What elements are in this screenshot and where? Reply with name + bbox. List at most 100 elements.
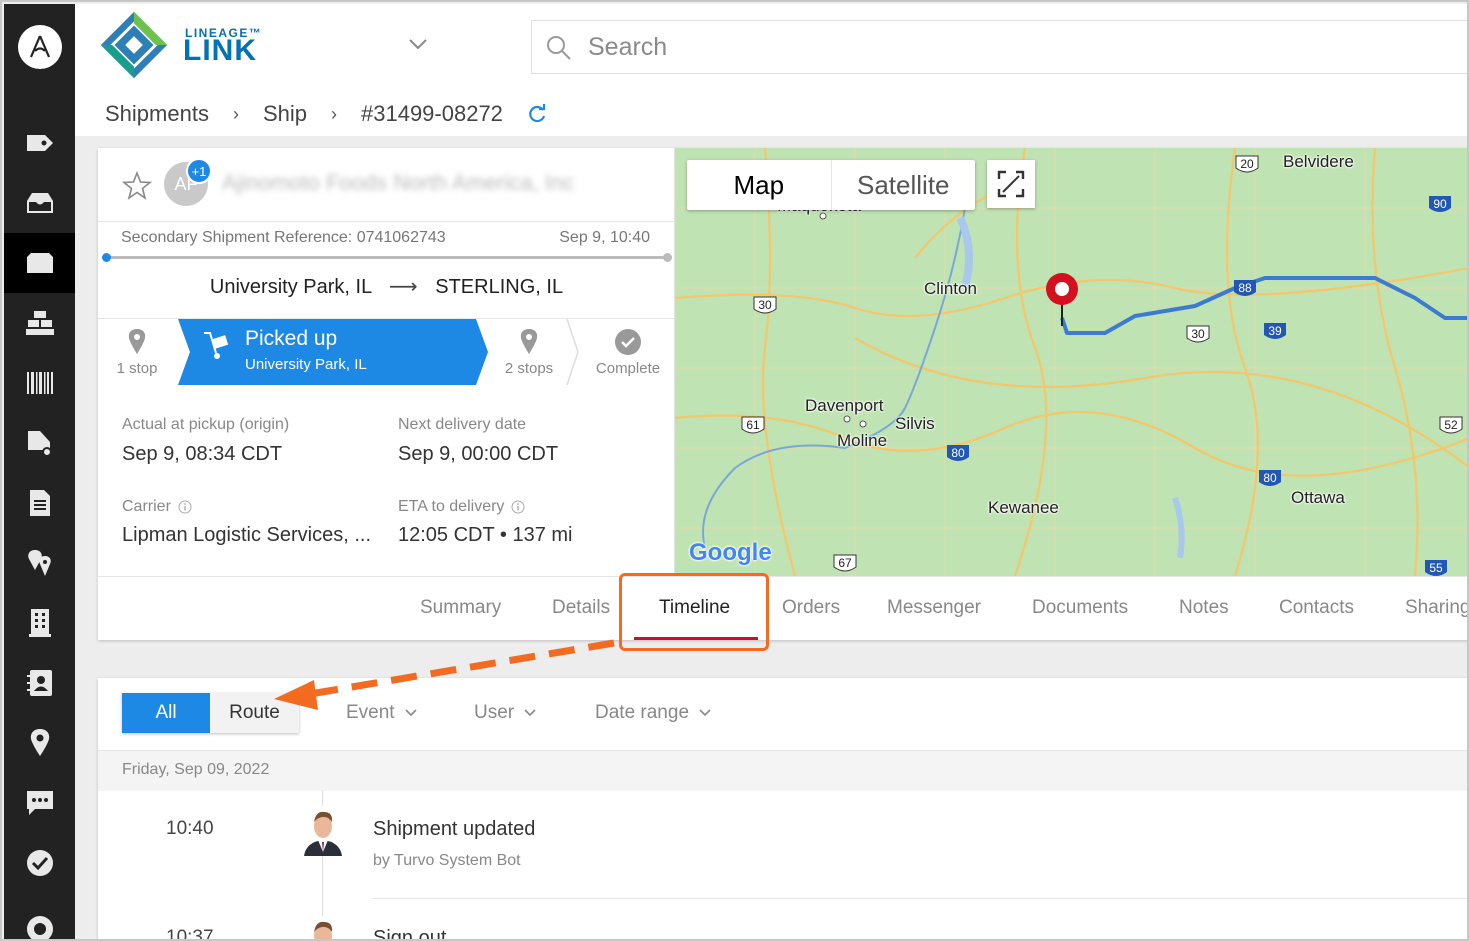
eta-value: 12:05 CDT • 137 mi [398, 524, 573, 546]
route-map[interactable]: 20 90 30 88 30 39 61 80 52 80 67 55 Belv [675, 148, 1467, 576]
breadcrumb-separator: › [331, 103, 337, 124]
map-place-kewanee: Kewanee [988, 498, 1059, 517]
refresh-icon[interactable] [527, 104, 547, 124]
lineage-logo[interactable] [99, 9, 169, 81]
breadcrumb-ship[interactable]: Ship [263, 101, 307, 127]
star-icon[interactable] [122, 171, 152, 201]
progress-end-dot [663, 253, 672, 262]
carrier-value[interactable]: Lipman Logistic Services, ... [122, 524, 371, 547]
shipment-summary-panel: AF +1 Ajinomoto Foods North America, Inc… [98, 148, 675, 576]
stage-bar: 1 stop Picked up University Park, IL 2 s… [98, 319, 675, 385]
map-view-button[interactable]: Map [687, 160, 832, 210]
search-bar[interactable] [531, 20, 1467, 74]
annotation-highlight-box [619, 573, 769, 651]
stage-separator [566, 319, 579, 385]
route-button[interactable]: Route [210, 693, 299, 733]
tab-summary[interactable]: Summary [420, 597, 501, 619]
svg-text:55: 55 [1429, 561, 1443, 575]
info-icon[interactable] [511, 500, 525, 514]
chevron-down-icon[interactable] [408, 38, 428, 50]
tab-contacts[interactable]: Contacts [1279, 597, 1354, 619]
tab-messenger[interactable]: Messenger [887, 597, 981, 619]
location-icon[interactable] [4, 713, 75, 773]
carrier-label: Carrier [122, 498, 171, 515]
map-place-silvis: Silvis [895, 414, 935, 433]
breadcrumb-shipment-id: #31499-08272 [361, 101, 503, 126]
date-range-filter[interactable]: Date range [595, 702, 711, 724]
svg-text:30: 30 [1191, 327, 1205, 341]
svg-text:80: 80 [951, 446, 965, 460]
route-arrow: ⟶ [389, 276, 418, 298]
date-group-label: Friday, Sep 09, 2022 [122, 761, 270, 778]
timeline-panel: All Route Event User Date range Friday, … [98, 678, 1467, 941]
date-group-header: Friday, Sep 09, 2022 [98, 751, 1467, 791]
svg-text:80: 80 [1263, 471, 1277, 485]
stage-active-subtitle: University Park, IL [245, 356, 367, 373]
contacts-icon[interactable] [4, 653, 75, 713]
event-time: 10:37 [166, 927, 214, 941]
inbox-icon[interactable] [4, 173, 75, 233]
stage-first-stop[interactable]: 1 stop [108, 319, 166, 385]
user-filter[interactable]: User [474, 702, 536, 724]
event-filter-label: Event [346, 702, 395, 723]
search-icon [547, 36, 571, 60]
event-subtitle: by Turvo System Bot [373, 852, 521, 869]
svg-text:52: 52 [1444, 418, 1458, 432]
tab-details[interactable]: Details [552, 597, 610, 619]
stage-picked-up[interactable]: Picked up University Park, IL [178, 319, 488, 385]
breadcrumb-shipments[interactable]: Shipments [105, 101, 209, 127]
avatar[interactable] [302, 806, 344, 856]
building-icon[interactable] [4, 593, 75, 653]
divider [98, 221, 675, 222]
chevron-down-icon [405, 709, 417, 717]
svg-text:61: 61 [746, 418, 760, 432]
svg-text:90: 90 [1433, 197, 1447, 211]
check-circle-icon [615, 328, 641, 355]
tab-notes[interactable]: Notes [1179, 597, 1229, 619]
carrier-label-wrap: Carrier [122, 498, 192, 516]
shipment-tabs: Summary Details Timeline Orders Messenge… [98, 576, 1467, 640]
stage-next-stops[interactable]: 2 stops [498, 319, 560, 385]
tag-icon[interactable] [4, 113, 75, 173]
stage-complete[interactable]: Complete [588, 319, 668, 385]
actual-pickup-label: Actual at pickup (origin) [122, 416, 290, 433]
eta-label-wrap: ETA to delivery [398, 498, 525, 516]
support-icon[interactable] [4, 899, 75, 939]
map-place-ottawa: Ottawa [1291, 488, 1345, 507]
search-input[interactable] [588, 31, 1388, 63]
sidebar [4, 4, 75, 939]
box-icon[interactable] [4, 233, 75, 293]
avatar[interactable] [302, 916, 344, 941]
check-circle-icon[interactable] [4, 833, 75, 893]
svg-text:20: 20 [1240, 157, 1254, 171]
route-progress-bar [102, 253, 672, 262]
info-icon[interactable] [178, 500, 192, 514]
stage-next-label: 2 stops [504, 359, 554, 377]
chat-icon[interactable] [4, 773, 75, 833]
stage-complete-label: Complete [595, 359, 661, 377]
svg-text:30: 30 [758, 298, 772, 312]
tab-sharing[interactable]: Sharing [1405, 597, 1467, 619]
map-pins-icon[interactable] [4, 533, 75, 593]
svg-text:67: 67 [838, 556, 852, 570]
barcode-icon[interactable] [4, 353, 75, 413]
brand-large-text: LINK [183, 34, 257, 67]
map-type-toggle: Map Satellite [687, 160, 975, 210]
all-button[interactable]: All [122, 693, 210, 733]
google-logo: Google [689, 539, 772, 566]
next-delivery-label: Next delivery date [398, 416, 527, 433]
customer-name[interactable]: Ajinomoto Foods North America, Inc [222, 170, 574, 196]
dolly-icon [204, 332, 229, 359]
reference-date: Sep 9, 10:40 [559, 229, 650, 246]
document-icon[interactable] [4, 473, 75, 533]
tab-documents[interactable]: Documents [1032, 597, 1128, 619]
warehouse-icon[interactable] [4, 293, 75, 353]
breadcrumb-separator: › [232, 103, 239, 124]
truck-icon[interactable] [4, 413, 75, 473]
satellite-view-button[interactable]: Satellite [832, 160, 976, 210]
svg-text:88: 88 [1238, 281, 1252, 295]
tab-orders[interactable]: Orders [782, 597, 840, 619]
event-filter[interactable]: Event [346, 702, 417, 724]
app-logo[interactable] [18, 25, 62, 69]
fullscreen-button[interactable] [987, 160, 1035, 208]
